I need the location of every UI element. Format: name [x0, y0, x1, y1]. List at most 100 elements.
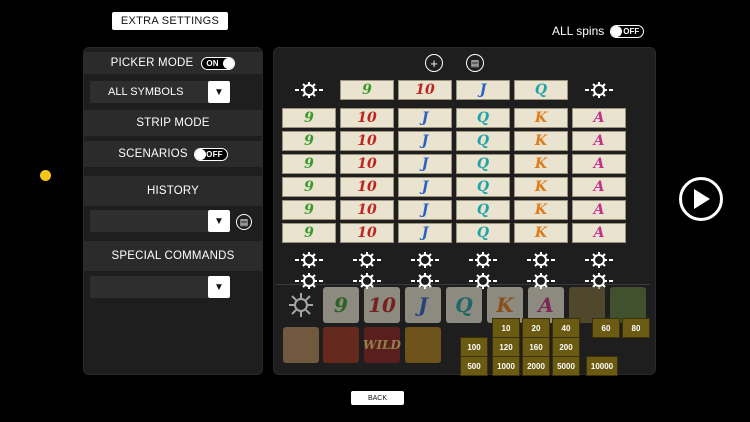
all-spins-label: ALL spins	[552, 24, 605, 38]
gear-icon[interactable]	[340, 249, 394, 271]
add-icon[interactable]: +	[425, 54, 443, 72]
strip-mode-label: STRIP MODE	[136, 117, 210, 129]
character-symbol[interactable]	[323, 327, 359, 363]
reel-tile[interactable]: K	[514, 177, 568, 197]
reel-header-tile[interactable]: Q	[514, 80, 568, 100]
reel-header-tile[interactable]: J	[456, 80, 510, 100]
back-button[interactable]: BACK	[351, 391, 404, 405]
history-dropdown[interactable]: ▼	[90, 210, 230, 232]
picker-mode-toggle[interactable]: ON	[201, 56, 236, 70]
reel-tile[interactable]: J	[398, 223, 452, 243]
reel-tile[interactable]: A	[572, 223, 626, 243]
multiplier-chip[interactable]: 160	[522, 337, 550, 357]
reel-tile[interactable]: Q	[456, 154, 510, 174]
gear-icon[interactable]	[282, 79, 336, 101]
multiplier-chip[interactable]: 80	[622, 318, 650, 338]
multiplier-chip[interactable]: 60	[592, 318, 620, 338]
symbols-dropdown[interactable]: ALL SYMBOLS ▼	[90, 81, 230, 103]
character-symbol[interactable]	[405, 327, 441, 363]
extra-settings-title: EXTRA SETTINGS	[112, 12, 228, 30]
history-row: HISTORY	[84, 176, 262, 206]
reel-tile[interactable]: 9	[282, 200, 336, 220]
reel-tile[interactable]: K	[514, 108, 568, 128]
multiplier-chip[interactable]: 5000	[552, 356, 580, 376]
trash-icon[interactable]: ▤	[466, 54, 484, 72]
multiplier-chip[interactable]: 500	[460, 356, 488, 376]
palette-symbol[interactable]: Q	[446, 287, 482, 323]
multiplier-chip[interactable]: 40	[552, 318, 580, 338]
reel-header-tile[interactable]: 10	[398, 80, 452, 100]
multiplier-chip[interactable]: 1000	[492, 356, 520, 376]
reel-tile[interactable]: 9	[282, 223, 336, 243]
reel-tile[interactable]: 9	[282, 154, 336, 174]
chevron-down-icon[interactable]: ▼	[208, 81, 230, 103]
character-symbol[interactable]	[283, 327, 319, 363]
special-commands-dropdown[interactable]: ▼	[90, 276, 230, 298]
reel-tile[interactable]: A	[572, 131, 626, 151]
multiplier-chip[interactable]: 10	[492, 318, 520, 338]
reel-tile[interactable]: 9	[282, 177, 336, 197]
reel-tile[interactable]: 10	[340, 223, 394, 243]
reel-tile[interactable]: Q	[456, 131, 510, 151]
chevron-down-icon[interactable]: ▼	[208, 276, 230, 298]
reel-tile[interactable]: J	[398, 154, 452, 174]
scenarios-row: SCENARIOS OFF	[84, 141, 262, 167]
reel-tile[interactable]: K	[514, 200, 568, 220]
scenarios-label: SCENARIOS	[118, 148, 188, 160]
reel-tile[interactable]: J	[398, 200, 452, 220]
all-spins-toggle[interactable]: OFF	[610, 24, 645, 38]
gear-icon[interactable]	[398, 249, 452, 271]
strip-mode-row[interactable]: STRIP MODE	[84, 110, 262, 136]
gear-icon[interactable]	[282, 249, 336, 271]
reel-tile[interactable]: 10	[340, 131, 394, 151]
reel-tile[interactable]: 10	[340, 154, 394, 174]
multiplier-chip[interactable]: 100	[460, 337, 488, 357]
reel-tile[interactable]: Q	[456, 200, 510, 220]
reel-tile[interactable]: A	[572, 154, 626, 174]
reel-tile[interactable]: 10	[340, 177, 394, 197]
picker-mode-label: PICKER MODE	[110, 57, 194, 69]
reel-tile[interactable]: A	[572, 200, 626, 220]
reel-tile[interactable]: A	[572, 177, 626, 197]
palette-symbol[interactable]: 9	[323, 287, 359, 323]
reel-header-tile[interactable]: 9	[340, 80, 394, 100]
picker-mode-row: PICKER MODE ON	[84, 52, 262, 74]
reel-tile[interactable]: Q	[456, 223, 510, 243]
special-commands-row: SPECIAL COMMANDS	[84, 241, 262, 271]
gear-icon[interactable]	[572, 249, 626, 271]
chevron-down-icon[interactable]: ▼	[208, 210, 230, 232]
multiplier-chip[interactable]: 200	[552, 337, 580, 357]
gear-icon[interactable]	[572, 79, 626, 101]
history-label: HISTORY	[146, 185, 200, 197]
reel-tile[interactable]: 10	[340, 108, 394, 128]
emoji-icon	[40, 170, 51, 181]
gear-icon[interactable]	[514, 249, 568, 271]
reel-tile[interactable]: Q	[456, 177, 510, 197]
multiplier-chip[interactable]: 2000	[522, 356, 550, 376]
reel-tile[interactable]: 10	[340, 200, 394, 220]
palette-symbol[interactable]: 10	[364, 287, 400, 323]
trash-icon[interactable]: ▤	[236, 214, 252, 230]
play-icon	[694, 189, 710, 209]
reel-tile[interactable]: A	[572, 108, 626, 128]
scenarios-toggle[interactable]: OFF	[193, 147, 228, 161]
reel-tile[interactable]: K	[514, 154, 568, 174]
play-button[interactable]	[679, 177, 723, 221]
gear-icon[interactable]	[456, 249, 510, 271]
reel-tile[interactable]: K	[514, 131, 568, 151]
palette-symbol[interactable]: J	[405, 287, 441, 323]
reel-tile[interactable]: J	[398, 108, 452, 128]
multiplier-chip[interactable]: 20	[522, 318, 550, 338]
reel-tile[interactable]: Q	[456, 108, 510, 128]
multiplier-chip[interactable]: 10000	[586, 356, 618, 376]
settings-panel: PICKER MODE ON ALL SYMBOLS ▼ STRIP MODE …	[83, 47, 263, 375]
reel-tile[interactable]: K	[514, 223, 568, 243]
reel-tile[interactable]: J	[398, 177, 452, 197]
reel-tile[interactable]: 9	[282, 131, 336, 151]
wild-symbol[interactable]: WILD	[363, 327, 401, 363]
reel-tile[interactable]: 9	[282, 108, 336, 128]
all-spins-control: ALL spins OFF	[552, 24, 645, 38]
multiplier-chip[interactable]: 120	[492, 337, 520, 357]
gear-icon[interactable]	[283, 287, 319, 323]
reel-tile[interactable]: J	[398, 131, 452, 151]
